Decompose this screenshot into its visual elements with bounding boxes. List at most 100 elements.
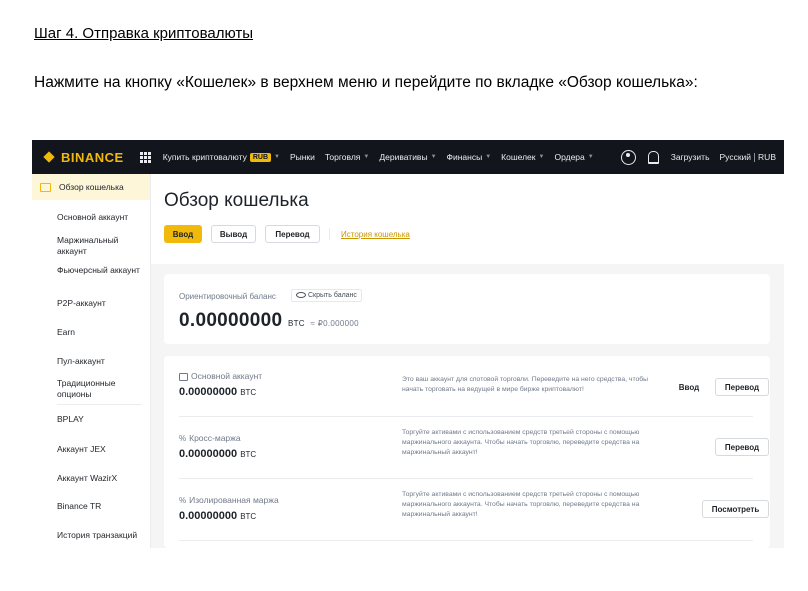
sidebar-item-margin[interactable]: Маржинальный аккаунт [57,235,147,257]
account-description: Торгуйте активами с использованием средс… [402,491,640,518]
account-value: 0.00000000 BTC [179,510,256,522]
nav-upload[interactable]: Загрузить [671,152,710,162]
transfer-button[interactable]: Перевод [265,225,320,243]
row-divider [179,478,753,479]
transfer-button[interactable]: Перевод [715,438,769,456]
nav-label: Купить криптовалюту [162,152,247,162]
chevron-down-icon: ▼ [538,154,545,160]
sidebar-item-jex[interactable]: Аккаунт JEX [57,444,147,455]
balance-label: Ориентировочный баланс [179,292,276,301]
account-name-label: Изолированная маржа [189,495,279,505]
account-description: Это ваш аккаунт для спотовой торговли. П… [402,376,649,393]
account-unit: BTC [240,388,257,397]
account-value: 0.00000000 BTC [179,448,256,460]
nav-label: Деривативы [379,152,428,162]
nav-label: Торговля [324,152,361,162]
account-amount: 0.00000000 [179,386,238,398]
deposit-button[interactable]: Ввод [164,225,202,243]
sidebar-item-spot[interactable]: Основной аккаунт [57,212,147,223]
nav-buy-crypto[interactable]: Купить криптовалюту RUB ▼ [163,152,280,162]
sidebar-item-options[interactable]: Традиционные опционы [57,378,147,400]
hide-balance-button[interactable]: Скрыть баланс [291,289,362,302]
nav-trade[interactable]: Торговля ▼ [325,152,369,162]
currency-select[interactable]: RUB [758,152,776,162]
view-button[interactable]: Посмотреть [702,500,769,518]
hide-balance-label: Скрыть баланс [308,292,357,299]
binance-logo[interactable]: BINANCE [42,150,124,165]
nav-right: Загрузить Русский RUB [620,140,776,174]
row-divider [179,540,753,541]
margin-icon: % [179,434,187,443]
account-amount: 0.00000000 [179,448,238,460]
chevron-down-icon: ▼ [485,154,492,160]
balance-approx: ≈ ₽0.000000 [310,319,359,328]
sidebar-item-wazirx[interactable]: Аккаунт WazirX [57,473,147,484]
doc-heading: Шаг 4. Отправка криптовалюты [34,25,254,42]
account-name: Основной аккаунт [179,371,262,381]
logo-text: BINANCE [61,149,124,165]
account-row-cross-margin: % Кросс-маржа 0.00000000 BTC Торгуйте акт… [164,418,769,478]
language-select[interactable]: Русский [720,152,752,162]
nav-wallet[interactable]: Кошелек ▼ [501,152,544,162]
account-row-isolated-margin: % Изолированная маржа 0.00000000 BTC Торг… [164,480,769,540]
wallet-icon [179,372,188,381]
main-nav: Купить криптовалюту RUB ▼ Рынки Торговля… [163,152,604,162]
chevron-down-icon: ▼ [363,154,370,160]
balance-unit: BTC [287,319,305,328]
account-value: 0.00000000 BTC [179,386,256,398]
nav-label: Финансы [446,152,483,162]
rub-badge: RUB [249,152,271,162]
nav-label: Рынки [289,152,315,162]
account-name: % Изолированная маржа [179,495,279,505]
nav-orders[interactable]: Ордера ▼ [554,152,593,162]
binance-screenshot: BINANCE Купить криптовалюту RUB ▼ Рынки … [32,140,784,548]
sidebar-item-binance-tr[interactable]: Binance TR [57,501,147,512]
divider [754,152,756,162]
top-navbar: BINANCE Купить криптовалюту RUB ▼ Рынки … [32,140,784,174]
doc-paragraph: Нажмите на кнопку «Кошелек» в верхнем ме… [34,74,698,91]
binance-logo-icon [42,150,56,164]
balance-card: Ориентировочный баланс Скрыть баланс 0.0… [164,274,770,344]
balance-amount: 0.00000000 [179,310,283,331]
account-name-label: Основной аккаунт [191,371,263,381]
bell-icon[interactable] [647,150,659,164]
main-content: Обзор кошелька Ввод Вывод Перевод Истори… [151,174,784,548]
sidebar-item-p2p[interactable]: P2P-аккаунт [57,298,147,309]
account-amount: 0.00000000 [179,510,238,522]
sidebar-item-bplay[interactable]: BPLAY [57,414,147,425]
sidebar-item-wallet-overview[interactable]: Обзор кошелька [32,174,150,200]
nav-label: Ордера [554,152,585,162]
sidebar-item-label: Обзор кошелька [59,182,124,192]
nav-label: Кошелек [501,152,536,162]
transfer-button[interactable]: Перевод [715,378,769,396]
sidebar: Обзор кошелька Основной аккаунт Маржинал… [32,174,151,548]
sidebar-item-history[interactable]: История транзакций [57,530,147,541]
sidebar-divider [57,404,142,405]
accounts-card: Основной аккаунт 0.00000000 BTC Это ваш … [164,356,770,548]
margin-icon: % [179,496,187,505]
sidebar-item-pool[interactable]: Пул-аккаунт [57,356,147,367]
account-description: Торгуйте активами с использованием средс… [402,429,640,456]
balance-value: 0.00000000 BTC ≈ ₽0.000000 [179,310,359,332]
withdraw-button[interactable]: Вывод [211,225,256,243]
nav-markets[interactable]: Рынки [290,152,315,162]
page-title: Обзор кошелька [164,190,309,211]
account-unit: BTC [240,450,257,459]
chevron-down-icon: ▼ [587,154,594,160]
chevron-down-icon: ▼ [430,154,437,160]
wallet-history-link[interactable]: История кошелька [341,230,410,239]
account-unit: BTC [240,512,257,521]
page-header: Обзор кошелька Ввод Вывод Перевод Истори… [151,174,784,264]
nav-finance[interactable]: Финансы ▼ [447,152,492,162]
eye-off-icon [296,292,306,299]
sidebar-item-futures[interactable]: Фьючерсный аккаунт [57,265,147,276]
sidebar-item-earn[interactable]: Earn [57,327,147,338]
account-row-spot: Основной аккаунт 0.00000000 BTC Это ваш … [164,356,769,416]
user-icon[interactable] [620,149,636,165]
apps-grid-icon[interactable] [139,151,151,163]
deposit-button[interactable]: Ввод [670,378,708,396]
account-name: % Кросс-маржа [179,433,241,443]
wallet-icon [40,182,51,192]
nav-derivatives[interactable]: Деривативы ▼ [379,152,436,162]
row-divider [179,416,753,417]
